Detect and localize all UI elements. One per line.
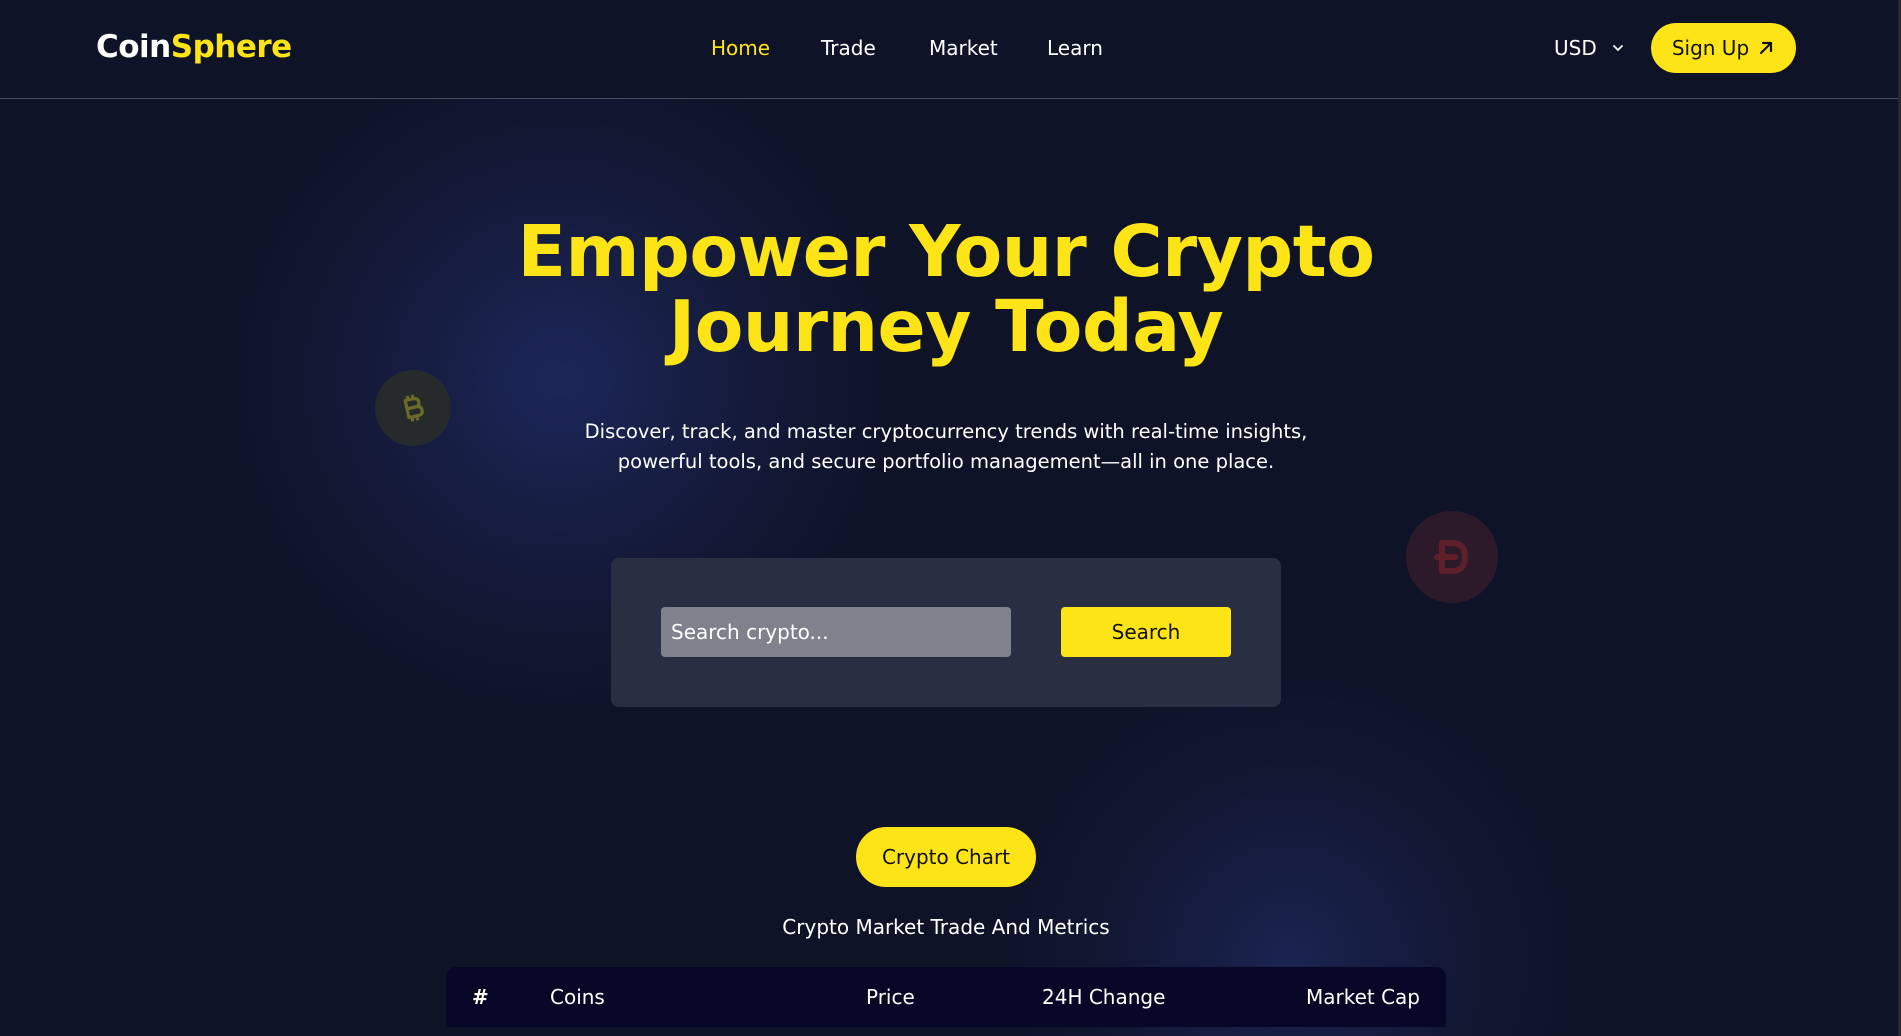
chevron-down-icon	[1612, 45, 1623, 51]
nav-trade[interactable]: Trade	[821, 34, 929, 62]
nav-home[interactable]: Home	[711, 34, 821, 62]
hero-title: Empower Your Crypto Journey Today	[446, 214, 1446, 364]
sign-up-button[interactable]: Sign Up	[1651, 23, 1796, 73]
main-nav: Home Trade Market Learn	[711, 34, 1127, 62]
logo-text-coin: Coin	[96, 29, 171, 65]
hero-title-line1: Empower Your Crypto	[517, 210, 1375, 293]
column-header-coins[interactable]: Coins	[550, 983, 605, 1011]
currency-selector[interactable]: USD	[1554, 34, 1625, 62]
hero-subtitle: Discover, track, and master cryptocurren…	[546, 417, 1346, 477]
bitcoin-glyph-icon	[403, 394, 424, 422]
dogecoin-glyph-icon	[1434, 540, 1468, 574]
search-panel: Search	[611, 558, 1281, 707]
search-input[interactable]	[661, 607, 1011, 657]
column-header-price[interactable]: Price	[866, 983, 915, 1011]
arrow-up-right-icon	[1760, 41, 1773, 55]
column-header-market-cap[interactable]: Market Cap	[1306, 983, 1420, 1011]
dogecoin-icon	[1406, 511, 1498, 603]
column-header-24h-change[interactable]: 24H Change	[1042, 983, 1165, 1011]
bitcoin-icon	[375, 370, 451, 446]
nav-learn[interactable]: Learn	[1047, 34, 1127, 62]
crypto-chart-button[interactable]: Crypto Chart	[856, 827, 1036, 887]
hero-subtitle-line1: Discover, track, and master cryptocurren…	[584, 420, 1308, 443]
currency-label: USD	[1554, 36, 1597, 60]
page: CoinSphere Home Trade Market Learn USD S…	[0, 0, 1898, 1036]
search-button[interactable]: Search	[1061, 607, 1231, 657]
hero-title-line2: Journey Today	[668, 285, 1224, 368]
logo-text-sphere: Sphere	[170, 29, 292, 65]
column-header-rank: #	[472, 985, 489, 1009]
nav-market[interactable]: Market	[929, 34, 1047, 62]
sign-up-label: Sign Up	[1671, 36, 1750, 60]
market-subtitle: Crypto Market Trade And Metrics	[782, 915, 1110, 939]
logo[interactable]: CoinSphere	[96, 27, 292, 67]
site-header: CoinSphere Home Trade Market Learn USD S…	[0, 0, 1898, 99]
market-table-header: # Coins Price 24H Change Market Cap	[446, 967, 1446, 1027]
hero-subtitle-line2: powerful tools, and secure portfolio man…	[617, 450, 1275, 473]
